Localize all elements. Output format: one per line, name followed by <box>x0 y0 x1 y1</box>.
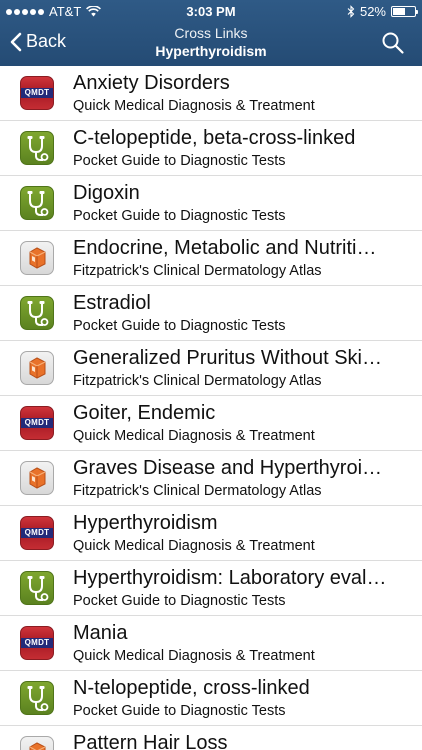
qmdt-icon-label: QMDT <box>24 638 50 647</box>
cross-links-list: QMDT Anxiety Disorders Quick Medical Diagn… <box>0 66 422 750</box>
list-item-source: Pocket Guide to Diagnostic Tests <box>73 208 286 224</box>
qmdt-icon: QMDT <box>20 76 54 110</box>
list-item-source: Quick Medical Diagnosis & Treatment <box>73 98 315 114</box>
list-item-title: Goiter, Endemic <box>73 402 216 424</box>
qmdt-icon-label: QMDT <box>24 418 50 427</box>
list-item-source: Fitzpatrick's Clinical Dermatology Atlas <box>73 263 322 279</box>
qmdt-icon: QMDT <box>20 626 54 660</box>
list-item[interactable]: QMDT Mania Quick Medical Diagnosis & Treat… <box>0 616 422 671</box>
list-item-source: Quick Medical Diagnosis & Treatment <box>73 648 315 664</box>
bluetooth-icon <box>347 5 355 18</box>
list-item-source: Pocket Guide to Diagnostic Tests <box>73 593 286 609</box>
list-item-title: Graves Disease and Hyperthyroi… <box>73 457 383 479</box>
list-item[interactable]: Hyperthyroidism: Laboratory eval… Pocket … <box>0 561 422 616</box>
search-icon[interactable] <box>381 31 405 55</box>
fitzpatrick-icon <box>20 736 54 750</box>
list-item[interactable]: QMDT Goiter, Endemic Quick Medical Diagnos… <box>0 396 422 451</box>
list-item[interactable]: QMDT Hyperthyroidism Quick Medical Diagnos… <box>0 506 422 561</box>
list-item-title: Hyperthyroidism: Laboratory eval… <box>73 567 387 589</box>
list-item-source: Pocket Guide to Diagnostic Tests <box>73 153 286 169</box>
list-item-title: Endocrine, Metabolic and Nutriti… <box>73 237 377 259</box>
list-item[interactable]: QMDT Anxiety Disorders Quick Medical Diagn… <box>0 66 422 121</box>
list-item-source: Quick Medical Diagnosis & Treatment <box>73 538 315 554</box>
qmdt-icon: QMDT <box>20 516 54 550</box>
pocket-guide-icon <box>20 186 54 220</box>
list-item-title: N-telopeptide, cross-linked <box>73 677 310 699</box>
qmdt-icon-label: QMDT <box>24 528 50 537</box>
list-item[interactable]: Graves Disease and Hyperthyroi… Fitzpatri… <box>0 451 422 506</box>
list-item-title: Pattern Hair Loss <box>73 732 228 750</box>
nav-title: Cross Links <box>174 25 248 41</box>
pocket-guide-icon <box>20 681 54 715</box>
pocket-guide-icon <box>20 296 54 330</box>
status-bar: AT&T 3:03 PM 52% <box>0 0 422 22</box>
list-item-title: Mania <box>73 622 128 644</box>
list-item[interactable]: Digoxin Pocket Guide to Diagnostic Tests <box>0 176 422 231</box>
qmdt-icon: QMDT <box>20 406 54 440</box>
list-item[interactable]: N-telopeptide, cross-linked Pocket Guide … <box>0 671 422 726</box>
status-right: 52% <box>347 4 418 19</box>
fitzpatrick-icon <box>20 241 54 275</box>
list-item-title: Digoxin <box>73 182 140 204</box>
list-item-source: Pocket Guide to Diagnostic Tests <box>73 318 286 334</box>
list-item-title: Estradiol <box>73 292 151 314</box>
list-item-source: Pocket Guide to Diagnostic Tests <box>73 703 286 719</box>
pocket-guide-icon <box>20 131 54 165</box>
battery-icon <box>391 6 418 17</box>
list-item[interactable]: Generalized Pruritus Without Ski… Fitzpat… <box>0 341 422 396</box>
list-item[interactable]: Endocrine, Metabolic and Nutriti… Fitzpat… <box>0 231 422 286</box>
fitzpatrick-icon <box>20 351 54 385</box>
nav-subtitle: Hyperthyroidism <box>155 43 267 59</box>
list-item-title: Hyperthyroidism <box>73 512 218 534</box>
list-item-title: Generalized Pruritus Without Ski… <box>73 347 383 369</box>
list-item-source: Fitzpatrick's Clinical Dermatology Atlas <box>73 373 322 389</box>
nav-titles: Cross Links Hyperthyroidism <box>0 25 422 60</box>
fitzpatrick-icon <box>20 461 54 495</box>
list-item[interactable]: C-telopeptide, beta-cross-linked Pocket G… <box>0 121 422 176</box>
list-item[interactable]: Pattern Hair Loss <box>0 726 422 750</box>
battery-fill <box>393 8 405 15</box>
pocket-guide-icon <box>20 571 54 605</box>
list-item-title: Anxiety Disorders <box>73 72 230 94</box>
navigation-header: AT&T 3:03 PM 52% Back Cross Links Hypert… <box>0 0 422 66</box>
list-item-source: Quick Medical Diagnosis & Treatment <box>73 428 315 444</box>
list-item[interactable]: Estradiol Pocket Guide to Diagnostic Test… <box>0 286 422 341</box>
battery-percent: 52% <box>359 4 386 19</box>
qmdt-icon-label: QMDT <box>24 88 50 97</box>
list-item-title: C-telopeptide, beta-cross-linked <box>73 127 356 149</box>
list-item-source: Fitzpatrick's Clinical Dermatology Atlas <box>73 483 322 499</box>
